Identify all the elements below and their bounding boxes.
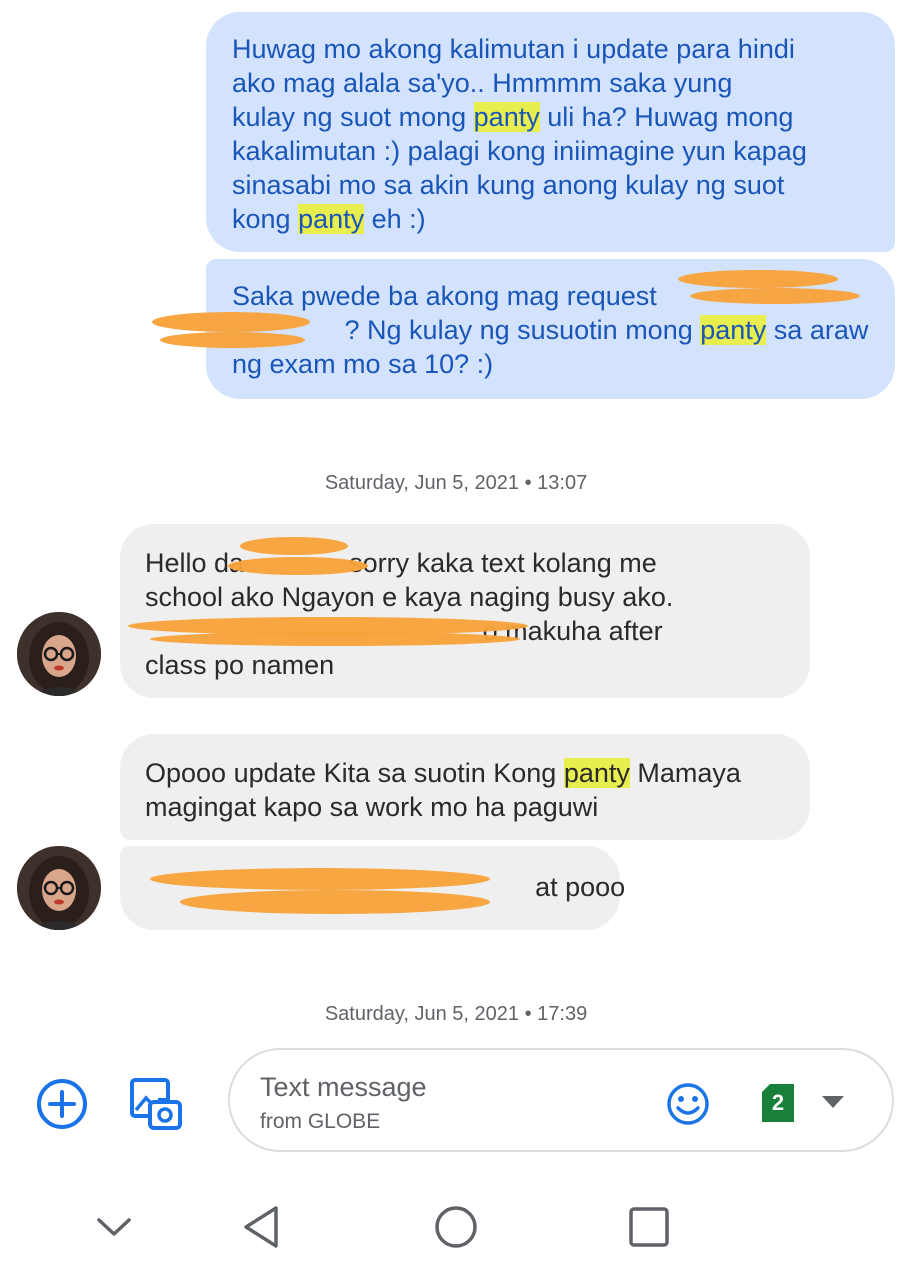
message-text: ng exam mo sa 10? :) [232,349,494,379]
avatar-photo-icon [17,846,101,930]
redaction-mark [180,890,490,914]
compose-bar: Text message from GLOBE 2 [0,1046,912,1156]
highlighted-word: panty [298,204,365,234]
message-line: school ako Ngayon e kaya naging busy ako… [145,580,788,614]
message-text: Saka pwede ba akong mag request [232,281,665,311]
message-bubble-outgoing[interactable]: Huwag mo akong kalimutan i update para h… [206,12,895,252]
message-text: school ako Ngayon e kaya naging busy ako… [145,582,674,612]
sim-number: 2 [771,1090,785,1115]
highlighted-word: panty [563,758,630,788]
add-circle-icon[interactable] [36,1078,88,1130]
message-line: ? Ng kulay ng susuotin mong panty sa ara… [232,313,873,347]
carrier-label: from GLOBE [260,1110,381,1133]
message-bubble-incoming[interactable]: Hello da sorry kaka text kolang me school… [120,524,810,698]
message-input[interactable]: Text message from GLOBE 2 [228,1048,894,1152]
message-text: magingat kapo sa work mo ha paguwi [145,792,599,822]
message-line: sinasabi mo sa akin kung anong kulay ng … [232,168,873,202]
message-text: Opooo update Kita sa suotin Kong [145,758,564,788]
message-line: kulay ng suot mong panty uli ha? Huwag m… [232,100,873,134]
contact-avatar[interactable] [17,612,101,696]
message-text: kakalimutan :) palagi kong iniimagine yu… [232,136,807,166]
message-text: eh :) [364,204,426,234]
message-line: ako mag alala sa'yo.. Hmmmm saka yung [232,66,873,100]
recents-square-icon[interactable] [628,1206,670,1248]
message-text: sa araw [766,315,869,345]
dropdown-arrow-icon[interactable] [822,1096,844,1110]
avatar-photo-icon [17,612,101,696]
message-text: Huwag mo akong kalimutan i update para h… [232,34,795,64]
message-line: Huwag mo akong kalimutan i update para h… [232,32,873,66]
message-text: sinasabi mo sa akin kung anong kulay ng … [232,170,785,200]
redaction-mark [160,332,305,348]
redaction-mark [228,557,368,575]
redaction-mark [678,270,838,288]
message-line: kong panty eh :) [232,202,873,236]
message-text: class po namen [145,650,335,680]
message-line: magingat kapo sa work mo ha paguwi [145,790,788,824]
message-line: class po namen [145,648,788,682]
message-line: kakalimutan :) palagi kong iniimagine yu… [232,134,873,168]
date-separator: Saturday, Jun 5, 2021 • 13:07 [324,472,588,494]
sim-card-icon[interactable]: 2 [762,1084,794,1122]
message-text: Mamaya [629,758,741,788]
message-text: sorry kaka text kolang me [349,548,657,578]
gallery-camera-icon[interactable] [128,1076,184,1132]
redaction-mark [152,312,310,332]
message-text: kong [232,204,299,234]
redaction-mark [690,288,860,304]
message-text: uli ha? Huwag mong [539,102,794,132]
redaction-mark [240,537,348,555]
redaction-mark [150,868,490,890]
message-input-placeholder: Text message [260,1072,427,1102]
message-bubble-incoming[interactable]: Opooo update Kita sa suotin Kong panty M… [120,734,810,840]
back-triangle-icon[interactable] [240,1204,282,1250]
date-separator: Saturday, Jun 5, 2021 • 17:39 [324,1003,588,1025]
system-navigation-bar [0,1180,912,1280]
emoji-icon[interactable] [666,1082,710,1126]
highlighted-word: panty [473,102,540,132]
chevron-down-icon[interactable] [96,1216,132,1238]
message-line: ng exam mo sa 10? :) [232,347,873,381]
message-text: kulay ng suot mong [232,102,474,132]
redaction-mark [150,632,520,646]
highlighted-word: panty [700,315,767,345]
message-line: Opooo update Kita sa suotin Kong panty M… [145,756,788,790]
contact-avatar[interactable] [17,846,101,930]
home-circle-icon[interactable] [433,1204,479,1250]
message-text: ako mag alala sa'yo.. Hmmmm saka yung [232,68,733,98]
